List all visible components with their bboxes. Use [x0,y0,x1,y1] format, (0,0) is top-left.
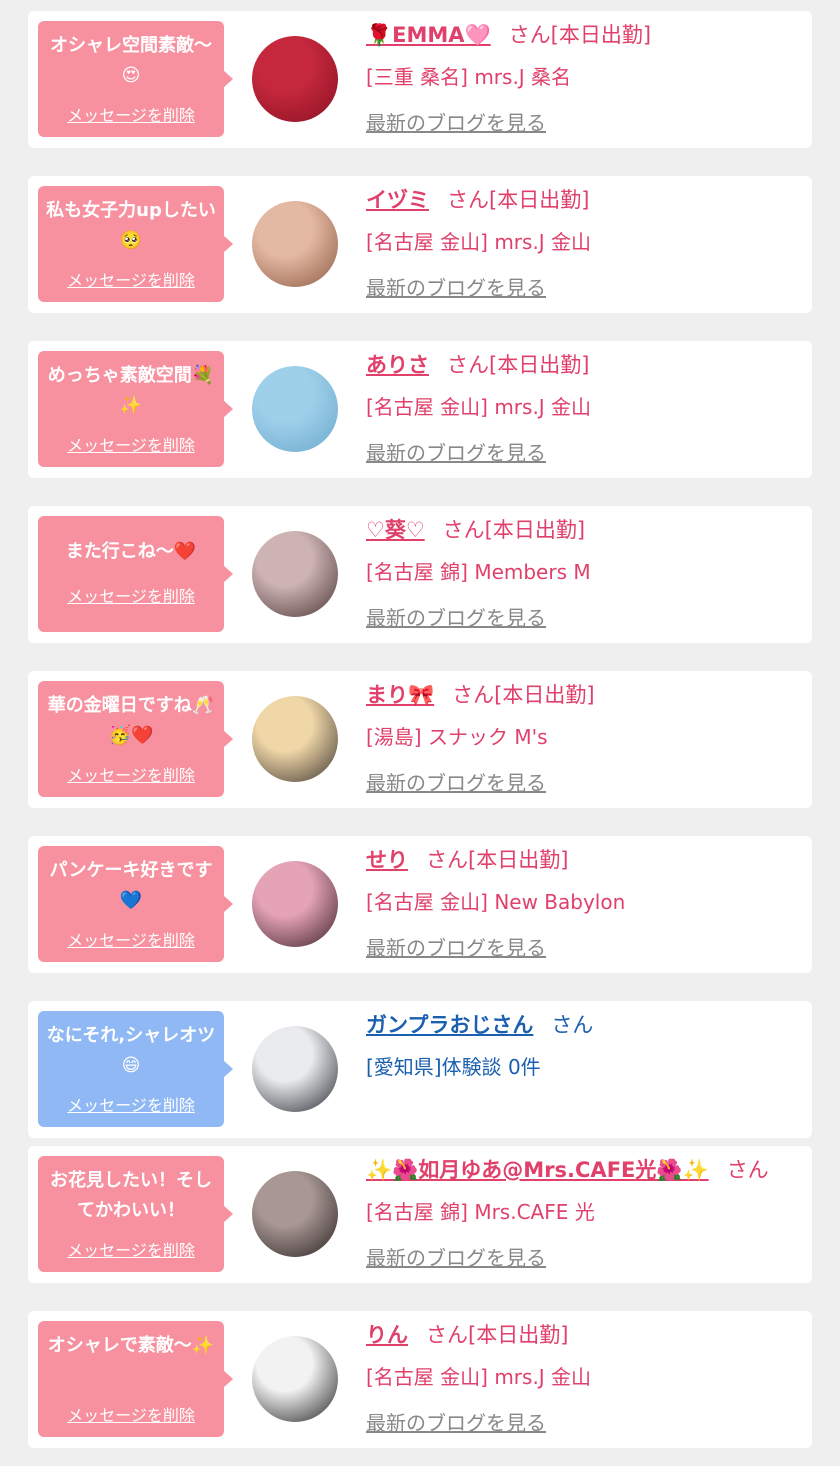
cast-status: さん [551,1013,594,1037]
cast-name-line: 🌹EMMA🩷 さん[本日出勤] [366,19,651,49]
avatar[interactable] [252,1171,338,1257]
cast-info: ガンプラおじさん さん [愛知県]体験談 0件 [366,1001,804,1138]
delete-message-link[interactable]: メッセージを削除 [38,1092,224,1116]
message-bubble: パンケーキ好きです💙 メッセージを削除 [38,846,233,962]
latest-blog-link[interactable]: 最新のブログを見る [366,437,546,466]
cast-status: さん[本日出勤] [508,23,652,47]
avatar[interactable] [252,36,338,122]
avatar[interactable] [252,531,338,617]
store-info: [名古屋 金山] mrs.J 金山 [366,395,592,419]
latest-blog-link[interactable]: 最新のブログを見る [366,1242,546,1271]
message-text: また行こね〜❤️ [65,541,197,562]
message-card: オシャレ空間素敵〜😍 メッセージを削除 🌹EMMA🩷 さん[本日出勤] [三重 桑… [28,11,812,148]
cast-name-link[interactable]: ありさ [366,353,429,377]
cast-name-link[interactable]: りん [366,1323,408,1347]
message-text: めっちゃ素敵空間💐✨ [47,365,215,416]
cast-info: ✨🌺如月ゆあ@Mrs.CAFE光🌺✨ さん [名古屋 錦] Mrs.CAFE 光 … [366,1146,804,1283]
delete-message-link[interactable]: メッセージを削除 [38,267,224,291]
message-card: めっちゃ素敵空間💐✨ メッセージを削除 ありさ さん[本日出勤] [名古屋 金山]… [28,341,812,478]
cast-name-link[interactable]: 🌹EMMA🩷 [366,23,491,47]
cast-info: まり🎀 さん[本日出勤] [湯島] スナック M's 最新のブログを見る [366,671,804,808]
cast-name-link[interactable]: ✨🌺如月ゆあ@Mrs.CAFE光🌺✨ [366,1158,709,1182]
store-info: [名古屋 金山] mrs.J 金山 [366,230,592,254]
avatar[interactable] [252,366,338,452]
avatar[interactable] [252,861,338,947]
message-card: 私も女子力upしたい🥺 メッセージを削除 イヅミ さん[本日出勤] [名古屋 金山… [28,176,812,313]
cast-name-link[interactable]: せり [366,848,408,872]
cast-status: さん[本日出勤] [442,518,586,542]
cast-name-link[interactable]: イヅミ [366,188,429,212]
cast-name-line: イヅミ さん[本日出勤] [366,184,589,214]
cast-info: ありさ さん[本日出勤] [名古屋 金山] mrs.J 金山 最新のブログを見る [366,341,804,478]
store-info: [名古屋 金山] mrs.J 金山 [366,1365,592,1389]
message-text: オシャレで素敵〜✨ [47,1335,215,1356]
message-bubble: めっちゃ素敵空間💐✨ メッセージを削除 [38,351,233,467]
latest-blog-link[interactable]: 最新のブログを見る [366,272,546,301]
cast-info: せり さん[本日出勤] [名古屋 金山] New Babylon 最新のブログを見… [366,836,804,973]
avatar[interactable] [252,1336,338,1422]
cast-name-line: せり さん[本日出勤] [366,844,568,874]
cast-status: さん[本日出勤] [447,353,590,377]
cast-name-link[interactable]: まり🎀 [366,683,434,707]
cast-status: さん[本日出勤] [426,848,569,872]
avatar[interactable] [252,1026,338,1112]
cast-status: さん[本日出勤] [452,683,595,707]
message-text: なにそれ,シャレオツ😄 [46,1025,216,1076]
message-bubble: お花見したい！そしてかわいい！ メッセージを削除 [38,1156,233,1272]
message-card: また行こね〜❤️ メッセージを削除 ♡葵♡ さん[本日出勤] [名古屋 錦] Me… [28,506,812,643]
cast-info: 🌹EMMA🩷 さん[本日出勤] [三重 桑名] mrs.J 桑名 最新のブログを見… [366,11,804,148]
cast-info: りん さん[本日出勤] [名古屋 金山] mrs.J 金山 最新のブログを見る [366,1311,804,1448]
message-bubble: オシャレで素敵〜✨ メッセージを削除 [38,1321,233,1437]
cast-name-line: ありさ さん[本日出勤] [366,349,589,379]
delete-message-link[interactable]: メッセージを削除 [38,1402,224,1426]
latest-blog-link[interactable]: 最新のブログを見る [366,932,546,961]
message-bubble: また行こね〜❤️ メッセージを削除 [38,516,233,632]
message-text: オシャレ空間素敵〜😍 [50,35,212,86]
delete-message-link[interactable]: メッセージを削除 [38,1237,224,1261]
delete-message-link[interactable]: メッセージを削除 [38,432,224,456]
cast-name-link[interactable]: ガンプラおじさん [366,1013,533,1037]
cast-info: ♡葵♡ さん[本日出勤] [名古屋 錦] Members M 最新のブログを見る [366,506,804,643]
avatar[interactable] [252,201,338,287]
message-bubble: なにそれ,シャレオツ😄 メッセージを削除 [38,1011,233,1127]
message-bubble: 私も女子力upしたい🥺 メッセージを削除 [38,186,233,302]
message-card: パンケーキ好きです💙 メッセージを削除 せり さん[本日出勤] [名古屋 金山] … [28,836,812,973]
latest-blog-link[interactable]: 最新のブログを見る [366,767,546,796]
store-info: [三重 桑名] mrs.J 桑名 [366,65,572,89]
message-text: 私も女子力upしたい🥺 [46,200,216,251]
cast-name-line: ♡葵♡ さん[本日出勤] [366,514,585,544]
cast-status: さん [726,1158,769,1182]
latest-blog-link[interactable]: 最新のブログを見る [366,107,546,136]
latest-blog-link[interactable]: 最新のブログを見る [366,1407,546,1436]
cast-name-line: りん さん[本日出勤] [366,1319,568,1349]
message-card: 華の金曜日ですね🥂🥳❤️ メッセージを削除 まり🎀 さん[本日出勤] [湯島] ス… [28,671,812,808]
message-text: お花見したい！そしてかわいい！ [50,1170,212,1221]
message-bubble: 華の金曜日ですね🥂🥳❤️ メッセージを削除 [38,681,233,797]
cast-name-line: ✨🌺如月ゆあ@Mrs.CAFE光🌺✨ さん [366,1154,769,1184]
message-bubble: オシャレ空間素敵〜😍 メッセージを削除 [38,21,233,137]
store-info: [愛知県]体験談 0件 [366,1055,541,1079]
store-info: [湯島] スナック M's [366,725,548,749]
delete-message-link[interactable]: メッセージを削除 [38,762,224,786]
cast-name-link[interactable]: ♡葵♡ [366,518,425,542]
store-info: [名古屋 金山] New Babylon [366,890,626,914]
message-card: お花見したい！そしてかわいい！ メッセージを削除 ✨🌺如月ゆあ@Mrs.CAFE… [28,1146,812,1283]
cast-name-line: まり🎀 さん[本日出勤] [366,679,595,709]
message-text: 華の金曜日ですね🥂🥳❤️ [47,695,215,746]
message-card: なにそれ,シャレオツ😄 メッセージを削除 ガンプラおじさん さん [愛知県]体験談… [28,1001,812,1138]
message-card: オシャレで素敵〜✨ メッセージを削除 りん さん[本日出勤] [名古屋 金山] m… [28,1311,812,1448]
avatar[interactable] [252,696,338,782]
cast-status: さん[本日出勤] [447,188,590,212]
delete-message-link[interactable]: メッセージを削除 [38,927,224,951]
message-list: オシャレ空間素敵〜😍 メッセージを削除 🌹EMMA🩷 さん[本日出勤] [三重 桑… [0,0,840,1466]
delete-message-link[interactable]: メッセージを削除 [38,102,224,126]
store-info: [名古屋 錦] Mrs.CAFE 光 [366,1200,595,1224]
cast-name-line: ガンプラおじさん さん [366,1009,593,1039]
store-info: [名古屋 錦] Members M [366,560,591,584]
message-text: パンケーキ好きです💙 [49,860,213,911]
latest-blog-link[interactable]: 最新のブログを見る [366,602,546,631]
cast-info: イヅミ さん[本日出勤] [名古屋 金山] mrs.J 金山 最新のブログを見る [366,176,804,313]
delete-message-link[interactable]: メッセージを削除 [38,583,224,607]
cast-status: さん[本日出勤] [426,1323,569,1347]
